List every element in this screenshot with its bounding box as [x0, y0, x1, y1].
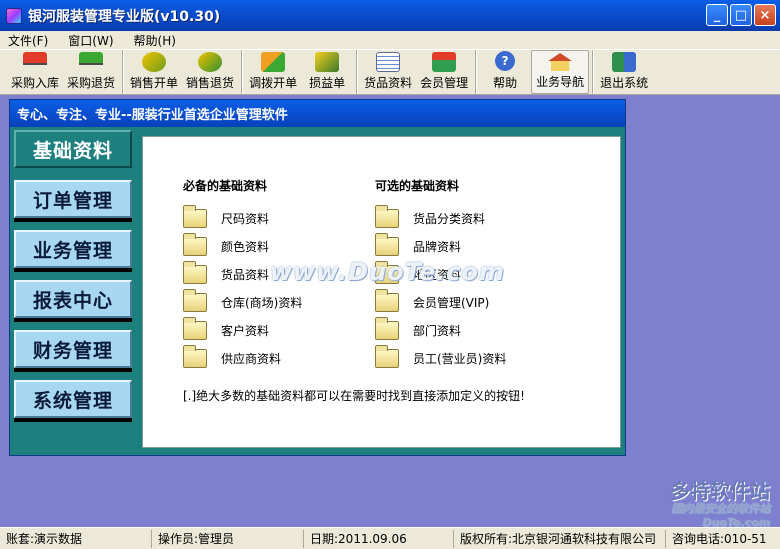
link-employee-data[interactable]: 员工(营业员)资料	[375, 344, 506, 372]
status-copyright: 版权所有:北京银河通软科技有限公司	[454, 529, 666, 548]
optional-heading: 可选的基础资料	[375, 179, 460, 193]
help-icon: ?	[493, 50, 518, 72]
folder-icon	[375, 316, 399, 340]
status-bar: 账套:演示数据 操作员:管理员 日期:2011.09.06 版权所有:北京银河通…	[0, 527, 780, 549]
loss-icon	[315, 52, 340, 72]
nav-report-center[interactable]: 报表中心	[14, 280, 132, 318]
loss-order-label: 损益单	[309, 76, 346, 90]
sales-return-label: 销售退货	[186, 76, 235, 90]
member-manage-label: 会员管理	[420, 76, 469, 90]
status-date: 日期:2011.09.06	[304, 529, 454, 548]
transfer-order-label: 调拨开单	[249, 76, 298, 90]
folder-icon	[375, 204, 399, 228]
sell-return-icon	[198, 52, 223, 72]
toolbar-group-purchase: 采购入库 采购退货	[4, 50, 124, 94]
status-operator: 操作员:管理员	[152, 529, 304, 548]
menu-bar: 文件(F) 窗口(W) 帮助(H)	[0, 31, 780, 49]
content-panel: 必备的基础资料 尺码资料 颜色资料 货品资料 仓库(商场)资料 客户资料 供应商…	[142, 136, 621, 448]
link-category-data[interactable]: 货品分类资料	[375, 204, 506, 232]
toolbar-group-data: 货品资料 会员管理	[357, 50, 477, 94]
watermark-center: www.DuoTe.com	[270, 258, 505, 286]
hint-note: [.]绝大多数的基础资料都可以在需要时找到直接添加定义的按钮!	[183, 389, 525, 403]
window-title: 银河服装管理专业版(v10.30)	[28, 8, 221, 25]
toolbar-group-sales: 销售开单 销售退货	[123, 50, 243, 94]
required-heading: 必备的基础资料	[183, 179, 268, 193]
toolbar-group-exit: 退出系统	[593, 50, 655, 94]
link-member-vip[interactable]: 会员管理(VIP)	[375, 288, 506, 316]
purchase-return-button[interactable]: 采购退货	[63, 50, 119, 94]
link-warehouse-data[interactable]: 仓库(商场)资料	[183, 288, 302, 316]
link-supplier-data[interactable]: 供应商资料	[183, 344, 302, 372]
folder-icon	[183, 260, 207, 284]
member-manage-button[interactable]: 会员管理	[416, 50, 472, 94]
minimize-button[interactable]: _	[706, 4, 728, 26]
folder-icon	[183, 232, 207, 256]
nav-finance-manage[interactable]: 财务管理	[14, 330, 132, 368]
inner-window-title: 专心、专注、专业--服装行业首选企业管理软件	[10, 100, 625, 127]
window-controls: _ □ ×	[706, 4, 776, 26]
title-bar: 银河服装管理专业版(v10.30) _ □ ×	[0, 0, 780, 31]
maximize-button[interactable]: □	[730, 4, 752, 26]
nav-basic-data[interactable]: 基础资料	[14, 130, 132, 168]
folder-icon	[375, 232, 399, 256]
folder-icon	[183, 204, 207, 228]
help-label: 帮助	[493, 76, 518, 90]
goods-data-label: 货品资料	[364, 76, 413, 90]
exit-icon	[612, 52, 637, 72]
close-button[interactable]: ×	[754, 4, 776, 26]
truck-green-icon	[79, 52, 104, 72]
home-icon	[548, 53, 573, 71]
link-department-data[interactable]: 部门资料	[375, 316, 506, 344]
sell-icon	[142, 52, 167, 72]
purchase-in-button[interactable]: 采购入库	[7, 50, 63, 94]
left-nav: 基础资料 订单管理 业务管理 报表中心 财务管理 系统管理	[14, 130, 132, 430]
exit-system-label: 退出系统	[600, 76, 649, 90]
truck-red-icon	[23, 52, 47, 72]
folder-icon	[375, 344, 399, 368]
exit-system-button[interactable]: 退出系统	[596, 50, 652, 94]
toolbar-group-stock: 调拨开单 损益单	[242, 50, 358, 94]
folder-icon	[183, 316, 207, 340]
transfer-order-button[interactable]: 调拨开单	[245, 50, 301, 94]
sales-return-button[interactable]: 销售退货	[182, 50, 238, 94]
status-account: 账套:演示数据	[0, 529, 152, 548]
nav-system-manage[interactable]: 系统管理	[14, 380, 132, 418]
menu-file[interactable]: 文件(F)	[8, 32, 48, 49]
purchase-in-label: 采购入库	[11, 76, 60, 90]
sales-order-label: 销售开单	[130, 76, 179, 90]
toolbar: 采购入库 采购退货 销售开单 销售退货 调拨开单 损益单 货品资料 会员管理 ?…	[0, 49, 780, 95]
folder-icon	[183, 288, 207, 312]
member-icon	[432, 52, 457, 72]
status-phone: 咨询电话:010-51	[672, 532, 767, 546]
business-nav-button[interactable]: 业务导航	[531, 50, 590, 94]
menu-help[interactable]: 帮助(H)	[134, 32, 176, 49]
purchase-return-label: 采购退货	[67, 76, 116, 90]
link-size-data[interactable]: 尺码资料	[183, 204, 302, 232]
link-color-data[interactable]: 颜色资料	[183, 232, 302, 260]
menu-window[interactable]: 窗口(W)	[68, 32, 113, 49]
app-icon	[6, 7, 22, 24]
folder-icon	[375, 288, 399, 312]
goods-data-button[interactable]: 货品资料	[360, 50, 416, 94]
toolbar-group-help: ? 帮助 业务导航	[476, 50, 594, 94]
business-nav-label: 业务导航	[536, 75, 585, 89]
sales-order-button[interactable]: 销售开单	[126, 50, 182, 94]
watermark-corner-sub: 国内最安全的软件站	[671, 502, 770, 515]
link-customer-data[interactable]: 客户资料	[183, 316, 302, 344]
folder-icon	[183, 344, 207, 368]
transfer-icon	[261, 52, 286, 72]
goods-icon	[376, 52, 401, 72]
link-brand-data[interactable]: 品牌资料	[375, 232, 506, 260]
nav-business-manage[interactable]: 业务管理	[14, 230, 132, 268]
nav-order-manage[interactable]: 订单管理	[14, 180, 132, 218]
loss-order-button[interactable]: 损益单	[301, 50, 353, 94]
help-button[interactable]: ? 帮助	[479, 50, 531, 94]
